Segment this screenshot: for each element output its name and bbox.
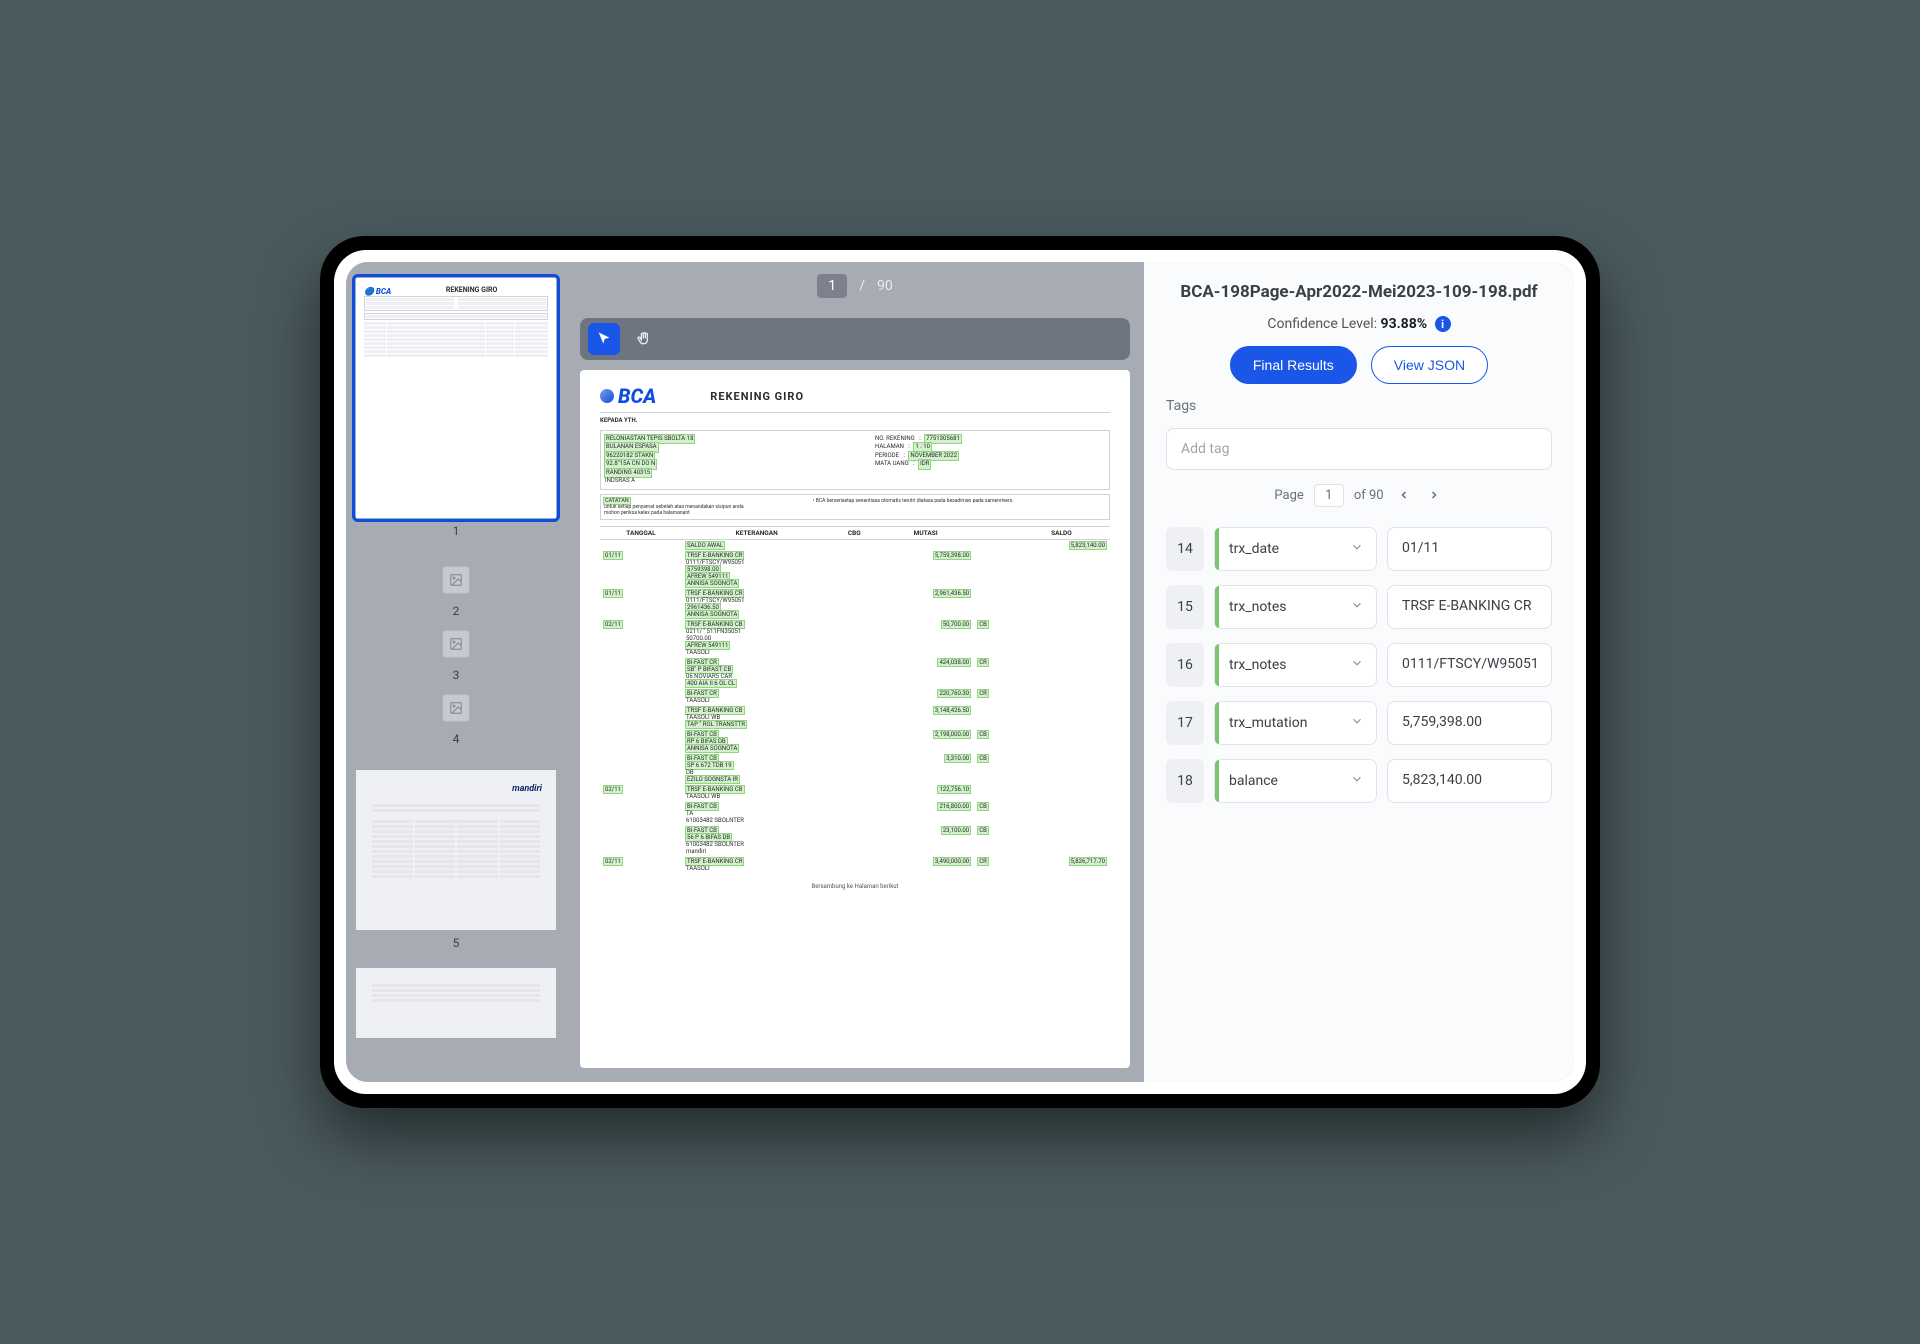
field-value-input[interactable]: 0111/FTSCY/W95051 xyxy=(1387,643,1552,687)
thumbnail-num-5: 5 xyxy=(356,930,556,956)
field-type-select[interactable]: trx_notes xyxy=(1214,585,1377,629)
field-value-input[interactable]: 01/11 xyxy=(1387,527,1552,571)
thumbnail-page-6[interactable] xyxy=(356,968,556,1038)
doc-title: REKENING GIRO xyxy=(710,390,804,403)
thumbnail-num: 2 xyxy=(356,604,556,618)
image-icon xyxy=(449,573,463,587)
next-page-button[interactable] xyxy=(1424,486,1444,505)
field-value-input[interactable]: 5,823,140.00 xyxy=(1387,759,1552,803)
hand-tool-button[interactable] xyxy=(628,323,660,355)
results-panel: BCA-198Page-Apr2022-Mei2023-109-198.pdf … xyxy=(1144,262,1574,1082)
field-type-label: trx_date xyxy=(1229,541,1279,557)
field-page-input[interactable]: 1 xyxy=(1314,484,1344,507)
thumbnail-num-1: 1 xyxy=(356,518,556,544)
backdrop-container: 🔵 BCA REKENING GIRO xyxy=(320,236,1600,1108)
tablet-frame: 🔵 BCA REKENING GIRO xyxy=(320,236,1600,1108)
field-index: 17 xyxy=(1166,701,1204,745)
chevron-down-icon xyxy=(1350,598,1364,616)
doc-footer: Bersambung ke Halaman berikut xyxy=(600,883,1110,890)
page-sep: / xyxy=(859,278,865,294)
chevron-right-icon xyxy=(1428,489,1440,501)
cursor-icon xyxy=(596,331,612,347)
app-container: 🔵 BCA REKENING GIRO xyxy=(346,262,1574,1082)
chevron-down-icon xyxy=(1350,714,1364,732)
field-type-label: balance xyxy=(1229,773,1278,789)
total-pages: 90 xyxy=(877,278,893,294)
thumbnail-num: 3 xyxy=(356,668,556,682)
field-index: 18 xyxy=(1166,759,1204,803)
field-value-input[interactable]: TRSF E-BANKING CR xyxy=(1387,585,1552,629)
field-type-label: trx_notes xyxy=(1229,657,1287,673)
field-value-input[interactable]: 5,759,398.00 xyxy=(1387,701,1552,745)
pointer-tool-button[interactable] xyxy=(588,323,620,355)
field-type-select[interactable]: trx_notes xyxy=(1214,643,1377,687)
thumbnail-placeholder[interactable] xyxy=(442,630,470,658)
tags-label: Tags xyxy=(1166,398,1552,414)
prev-page-button[interactable] xyxy=(1394,486,1414,505)
doc-note: CATATAN untuk setiap penyamat sebelah at… xyxy=(600,494,1110,520)
field-row: 15 trx_notes TRSF E-BANKING CR xyxy=(1166,585,1552,629)
field-row: 14 trx_date 01/11 xyxy=(1166,527,1552,571)
thumbnail-page-1[interactable]: 🔵 BCA REKENING GIRO xyxy=(356,278,556,518)
hand-icon xyxy=(636,331,652,347)
thumbnail-page-5[interactable]: mandiri xyxy=(356,770,556,930)
document-viewer-column: 1 / 90 xyxy=(566,262,1144,1082)
thumbnail-placeholder[interactable] xyxy=(442,566,470,594)
field-index: 15 xyxy=(1166,585,1204,629)
field-row: 17 trx_mutation 5,759,398.00 xyxy=(1166,701,1552,745)
chevron-down-icon xyxy=(1350,772,1364,790)
field-pager: Page 1 of 90 xyxy=(1166,484,1552,507)
add-tag-input[interactable]: Add tag xyxy=(1166,428,1552,470)
thumbnail-sidebar: 🔵 BCA REKENING GIRO xyxy=(346,262,566,1082)
image-icon xyxy=(449,701,463,715)
thumbnail-num: 4 xyxy=(356,732,556,746)
confidence-level: Confidence Level: 93.88% i xyxy=(1166,316,1552,332)
bca-logo: BCA xyxy=(600,384,656,408)
viewer-toolbar xyxy=(580,318,1130,360)
doc-header: BCA REKENING GIRO xyxy=(600,384,1110,413)
field-type-select[interactable]: balance xyxy=(1214,759,1377,803)
document-canvas[interactable]: BCA REKENING GIRO KEPADA YTH. RELONIASTA… xyxy=(580,370,1130,1068)
view-json-button[interactable]: View JSON xyxy=(1371,346,1488,384)
field-index: 16 xyxy=(1166,643,1204,687)
thumbnail-placeholder[interactable] xyxy=(442,694,470,722)
filename-heading: BCA-198Page-Apr2022-Mei2023-109-198.pdf xyxy=(1166,282,1552,302)
field-type-select[interactable]: trx_mutation xyxy=(1214,701,1377,745)
doc-meta: RELONIASTAN TEPIS SBOLTA 18BULANAN ESPAS… xyxy=(600,430,1110,490)
final-results-button[interactable]: Final Results xyxy=(1230,346,1357,384)
field-type-label: trx_notes xyxy=(1229,599,1287,615)
field-row: 16 trx_notes 0111/FTSCY/W95051 xyxy=(1166,643,1552,687)
image-icon xyxy=(449,637,463,651)
field-row: 18 balance 5,823,140.00 xyxy=(1166,759,1552,803)
chevron-down-icon xyxy=(1350,540,1364,558)
chevron-down-icon xyxy=(1350,656,1364,674)
page-nav-top: 1 / 90 xyxy=(566,262,1144,310)
field-rows: 14 trx_date 01/11 15 trx_notes TRSF E-BA… xyxy=(1166,527,1552,803)
current-page-badge: 1 xyxy=(817,274,847,298)
info-icon[interactable]: i xyxy=(1435,316,1451,332)
field-type-label: trx_mutation xyxy=(1229,715,1307,731)
field-index: 14 xyxy=(1166,527,1204,571)
field-type-select[interactable]: trx_date xyxy=(1214,527,1377,571)
chevron-left-icon xyxy=(1398,489,1410,501)
doc-transaction-table: TANGGALKETERANGANCBGMUTASISALDO SALDO AW… xyxy=(600,526,1110,873)
tablet-inner: 🔵 BCA REKENING GIRO xyxy=(334,250,1586,1094)
